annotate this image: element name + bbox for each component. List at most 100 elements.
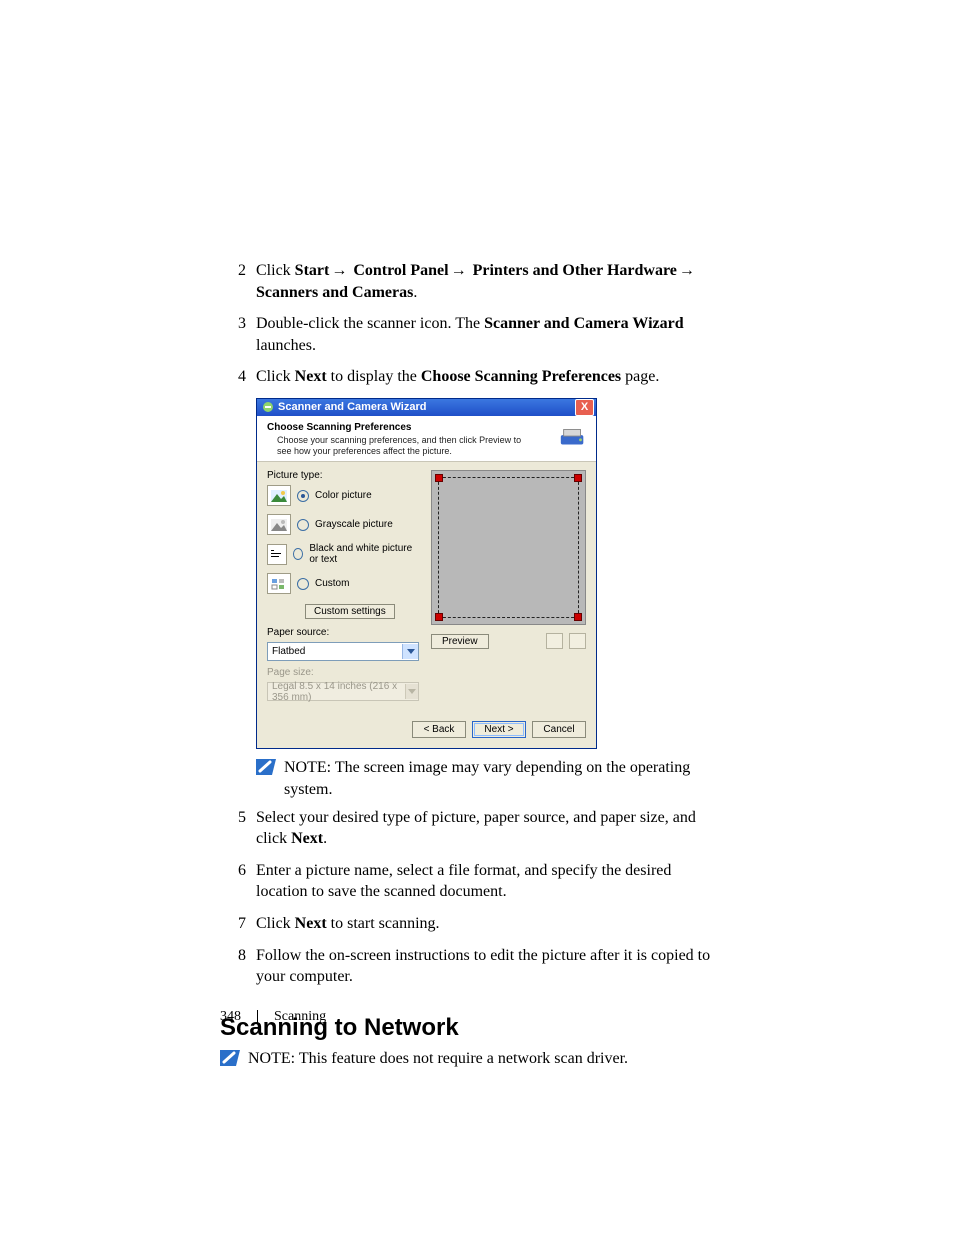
option-label: Grayscale picture [315,519,393,530]
step-body: Follow the on-screen instructions to edi… [256,945,719,988]
picture-bw-icon [267,544,287,565]
step-6: 6 Enter a picture name, select a file fo… [220,860,719,903]
chevron-down-icon [402,644,418,659]
preview-button[interactable]: Preview [431,634,489,649]
dropdown-value: Legal 8.5 x 14 inches (216 x 356 mm) [272,681,405,703]
step-4: 4 Click Next to display the Choose Scann… [220,366,719,388]
note-label: NOTE: [284,759,331,776]
back-button[interactable]: < Back [412,721,466,738]
note-row: NOTE: The screen image may vary dependin… [256,757,719,800]
step-number: 2 [220,260,256,303]
option-color[interactable]: Color picture [267,485,419,506]
text: to start scanning. [327,915,440,932]
close-button[interactable]: X [575,399,594,416]
note-label: NOTE: [248,1050,295,1067]
step-body: Select your desired type of picture, pap… [256,807,719,850]
note-icon [256,759,276,775]
wizard-body: Picture type: Color picture Grayscale pi… [257,462,596,711]
text: . [413,284,417,301]
note-row: NOTE: This feature does not require a ne… [220,1048,719,1070]
option-label: Custom [315,578,349,589]
step-body: Double-click the scanner icon. The Scann… [256,313,719,356]
step-number: 7 [220,913,256,935]
radio-icon [297,578,309,590]
step-body: Enter a picture name, select a file form… [256,860,719,903]
step-3: 3 Double-click the scanner icon. The Sca… [220,313,719,356]
text: launches. [256,337,316,354]
step-number: 5 [220,807,256,850]
page-footer: 348 Scanning [220,1009,326,1025]
radio-icon [297,490,309,502]
bold: Choose Scanning Preferences [421,368,621,385]
scanner-wizard-window: Scanner and Camera Wizard X Choose Scann… [256,398,597,750]
bold: Next [295,915,327,932]
next-button[interactable]: Next > [472,721,526,738]
radio-icon [293,548,303,560]
bold: Start [295,262,330,279]
text: page. [621,368,659,385]
handle-icon[interactable] [435,474,443,482]
close-icon: X [581,401,588,413]
ordered-steps-bottom: 5 Select your desired type of picture, p… [220,807,719,988]
text: Click [256,368,295,385]
step-number: 4 [220,366,256,388]
titlebar: Scanner and Camera Wizard X [257,399,596,416]
wizard-icon [262,401,274,413]
arrow-icon: → [329,262,353,279]
preview-column: Preview [431,470,586,707]
bold: Scanner and Camera Wizard [484,315,684,332]
option-grayscale[interactable]: Grayscale picture [267,514,419,535]
step-body: Click Next to start scanning. [256,913,719,935]
step-body: Click Next to display the Choose Scannin… [256,366,719,388]
wizard-footer: < Back Next > Cancel [257,711,596,748]
zoom-in-icon[interactable] [569,633,586,649]
dropdown-value: Flatbed [272,646,305,657]
text: Click [256,915,295,932]
paper-source-dropdown[interactable]: Flatbed [267,642,419,661]
zoom-fit-icon[interactable] [546,633,563,649]
step-number: 3 [220,313,256,356]
note-icon [220,1050,240,1066]
preview-area[interactable] [431,470,586,625]
bold: Printers and Other Hardware [473,262,677,279]
divider [257,1010,258,1024]
header-title: Choose Scanning Preferences [267,422,527,433]
option-custom[interactable]: Custom [267,573,419,594]
paper-source-label: Paper source: [267,627,419,638]
option-bw[interactable]: Black and white picture or text [267,543,419,565]
note-text: NOTE: The screen image may vary dependin… [284,757,719,800]
note-text: NOTE: This feature does not require a ne… [248,1048,628,1070]
bold: Next [295,368,327,385]
chevron-down-icon [405,684,418,699]
step-8: 8 Follow the on-screen instructions to e… [220,945,719,988]
option-label: Black and white picture or text [309,543,419,565]
preview-toolbar: Preview [431,633,586,649]
window-title: Scanner and Camera Wizard [278,401,426,413]
handle-icon[interactable] [435,613,443,621]
options-column: Picture type: Color picture Grayscale pi… [267,470,419,707]
page-size-label: Page size: [267,667,419,678]
arrow-icon: → [677,262,697,279]
text: to display the [327,368,421,385]
handle-icon[interactable] [574,613,582,621]
note-body: The screen image may vary depending on t… [284,759,690,798]
page-number: 348 [220,1009,241,1025]
step-number: 6 [220,860,256,903]
step-5: 5 Select your desired type of picture, p… [220,807,719,850]
bold: Next [291,830,323,847]
selection-rect [438,477,579,618]
wizard-header: Choose Scanning Preferences Choose your … [257,416,596,463]
radio-icon [297,519,309,531]
ordered-steps-top: 2 Click Start→ Control Panel→ Printers a… [220,260,719,388]
text: . [323,830,327,847]
step-2: 2 Click Start→ Control Panel→ Printers a… [220,260,719,303]
option-label: Color picture [315,490,372,501]
handle-icon[interactable] [574,474,582,482]
note-body: This feature does not require a network … [295,1050,628,1067]
cancel-button[interactable]: Cancel [532,721,586,738]
picture-custom-icon [267,573,291,594]
bold: Scanners and Cameras [256,284,413,301]
bold: Control Panel [353,262,448,279]
header-subtitle: Choose your scanning preferences, and th… [277,435,527,458]
custom-settings-button[interactable]: Custom settings [305,604,395,619]
